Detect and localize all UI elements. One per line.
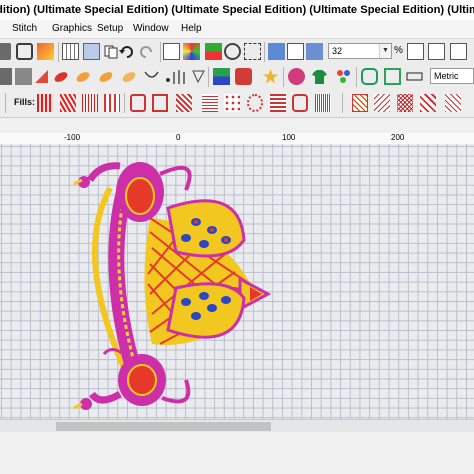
applique-icon[interactable] [190,68,207,85]
stitch-tool-icon[interactable] [15,68,32,85]
ruler-tick: 200 [391,133,405,142]
main-toolbar: 32 ▼ % [0,39,474,65]
zoom-combo[interactable]: 32 ▼ [328,43,392,59]
fill-pattern-icon[interactable] [37,94,53,112]
window-title-bar: dition) (Ultimate Special Edition) (Ulti… [0,0,474,20]
fill-pattern-grid-icon[interactable] [202,94,218,112]
motif-icon[interactable] [335,68,352,85]
satin-tool-icon[interactable] [0,68,12,85]
fill-pattern-fine-icon[interactable] [315,94,331,112]
zoom-value: 32 [332,46,343,56]
fill-pattern-diamond-icon[interactable] [397,94,413,112]
fill-pattern-crosshatch-icon[interactable] [374,94,390,112]
fill-pattern-hatch-icon[interactable] [352,94,368,112]
leaf-icon[interactable] [52,68,69,85]
fill-pattern-rows-icon[interactable] [270,94,286,112]
curve-icon[interactable] [143,68,160,85]
zoom-icon[interactable] [205,43,222,60]
label-icon[interactable] [384,68,401,85]
menu-item-graphics[interactable]: Graphics [52,20,92,38]
fill-pattern-lines-icon[interactable] [82,94,98,112]
menu-item-window[interactable]: Window [133,20,169,38]
undo-icon[interactable] [118,43,135,60]
stitch-tool-icon[interactable] [0,43,11,60]
star-icon[interactable] [262,68,279,85]
alphabet-icon[interactable] [406,68,423,85]
fill-pattern-rounded-icon[interactable] [292,94,308,112]
ruler-tick: -100 [64,133,81,142]
horizontal-scrollbar[interactable] [0,419,474,433]
fill-pattern-circle-icon[interactable] [247,94,263,112]
ruler-tick: 100 [282,133,296,142]
fill-tool-icon[interactable] [37,43,54,60]
fill-pattern-dots-icon[interactable] [224,94,240,112]
chevron-down-icon[interactable]: ▼ [379,44,391,58]
units-combo[interactable]: Metric [430,68,474,84]
design-icon[interactable] [213,68,230,85]
refresh-icon[interactable] [287,43,304,60]
color-palette-icon[interactable] [183,43,200,60]
heart-icon[interactable] [288,68,305,85]
fill-pattern-diagonal-icon[interactable] [176,94,192,112]
fill-pattern-stripe-icon[interactable] [420,94,436,112]
zoom-unit: % [394,45,403,56]
feather-icon[interactable] [74,68,91,85]
fills-toolbar: Fills: [0,89,474,118]
fills-label: Fills: [14,97,36,107]
menu-bar: Stitch Graphics Setup Window Help [0,20,474,39]
fill-pattern-weave-icon[interactable] [445,94,461,112]
redo-icon[interactable] [138,43,155,60]
ruler-tick: 0 [176,133,181,142]
shirt-icon[interactable] [311,68,328,85]
menu-item-setup[interactable]: Setup [97,20,123,38]
save-icon[interactable] [163,43,180,60]
units-value: Metric [434,71,459,81]
page-icon[interactable] [428,43,445,60]
select-icon[interactable] [244,43,261,60]
window-title: dition) (Ultimate Special Edition) (Ulti… [0,4,474,16]
fill-pattern-columns-icon[interactable] [104,94,120,112]
fill-pattern-arc-icon[interactable] [130,94,146,112]
view-icon[interactable] [407,43,424,60]
fill-pattern-zigzag-icon[interactable] [60,94,76,112]
magnify-icon[interactable] [224,43,241,60]
zoom-dropdown-icon[interactable] [306,43,323,60]
menu-item-stitch[interactable]: Stitch [12,20,37,38]
feather-icon-3[interactable] [120,68,137,85]
run-stitch-icon[interactable] [170,68,187,85]
menu-item-help[interactable]: Help [181,20,202,38]
grid-icon[interactable] [62,43,79,60]
close-icon[interactable] [450,43,467,60]
embroidery-design[interactable] [0,144,474,419]
stitch-toolbar: Metric [0,64,474,90]
feather-icon-2[interactable] [97,68,114,85]
design-canvas[interactable] [0,144,474,419]
status-area [0,432,474,474]
scrollbar-thumb[interactable] [56,422,271,431]
stop-icon[interactable] [235,68,252,85]
triangle-icon[interactable] [33,68,50,85]
fill-pattern-box-icon[interactable] [152,94,168,112]
shape-icon[interactable] [268,43,285,60]
monogram-icon[interactable] [361,68,378,85]
graphics-tool-icon[interactable] [16,43,33,60]
cut-icon[interactable] [83,43,100,60]
